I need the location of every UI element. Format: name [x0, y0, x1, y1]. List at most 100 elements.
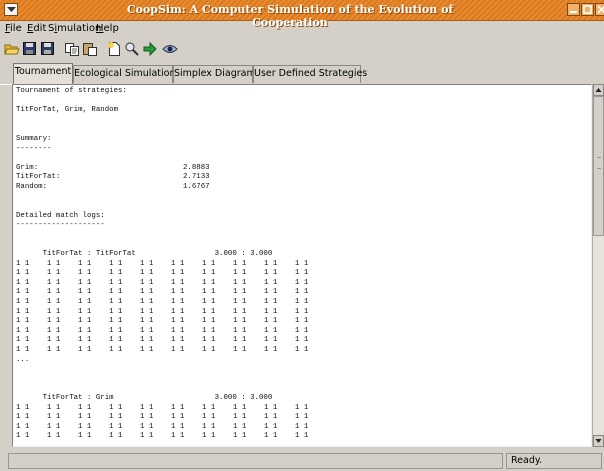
move-pair: 1 1	[140, 413, 154, 422]
move-pair: 1 1	[47, 269, 61, 278]
move-pair: 1 1	[16, 317, 30, 326]
move-pair: 1 1	[295, 317, 309, 326]
move-pair: 1 1	[264, 317, 278, 326]
save-as-icon	[41, 42, 54, 55]
match-log-row: 1 1 1 1 1 1 1 1 1 1 1 1 1 1 1 1 1 1 1 1	[16, 308, 591, 318]
move-pair: 1 1	[140, 422, 154, 431]
tab-bar: Tournament Ecological Simulation Simplex…	[0, 62, 604, 85]
score-table: Grim: 2.8883 TitForTat: 2.7133 Random: 1.6767	[16, 164, 591, 193]
minimize-icon	[570, 11, 577, 13]
forward-button[interactable]	[142, 41, 158, 57]
scroll-thumb[interactable]	[593, 96, 604, 236]
search-button[interactable]	[124, 41, 140, 57]
move-pair: 1 1	[16, 288, 30, 297]
match-log-grid: 1 11 11 11 11 11 11 11 11 11 11 11 11 11…	[16, 260, 591, 356]
move-pair: 1 1	[295, 432, 309, 441]
move-pair: 1 1	[16, 413, 30, 422]
move-pair: 1 1	[295, 307, 309, 316]
move-pair: 1 1	[16, 269, 30, 278]
move-pair: 1 1	[140, 403, 154, 412]
move-pair: 1 1	[109, 298, 123, 307]
move-pair: 1 1	[109, 317, 123, 326]
new-document-button[interactable]	[106, 41, 122, 57]
move-pair: 1 1	[78, 298, 92, 307]
tab-tournament[interactable]: Tournament	[13, 63, 73, 84]
move-pair: 1 1	[78, 326, 92, 335]
move-pair: 1 1	[233, 259, 247, 268]
move-pair: 1 1	[47, 278, 61, 287]
arrow-up-icon	[595, 88, 602, 92]
menu-help[interactable]: Help	[96, 23, 119, 34]
menu-edit[interactable]: Edit	[27, 23, 46, 34]
move-pair: 1 1	[264, 278, 278, 287]
maximize-button[interactable]	[581, 3, 594, 16]
move-pair: 1 1	[47, 259, 61, 268]
match-log-row: 1 1 1 1 1 1 1 1 1 1 1 1 1 1 1 1 1 1 1 1	[16, 423, 591, 433]
move-pair: 1 1	[171, 269, 185, 278]
move-pair: 1 1	[171, 278, 185, 287]
move-pair: 1 1	[202, 403, 216, 412]
move-pair: 1 1	[140, 269, 154, 278]
toolbar	[0, 38, 604, 60]
strategy-name: Grim:	[16, 163, 39, 172]
move-pair: 1 1	[171, 288, 185, 297]
move-pair: 1 1	[295, 346, 309, 355]
close-button[interactable]	[595, 3, 604, 16]
scroll-up-button[interactable]	[593, 84, 604, 96]
move-pair: 1 1	[264, 326, 278, 335]
save-as-button[interactable]	[40, 41, 56, 57]
move-pair: 1 1	[16, 326, 30, 335]
move-pair: 1 1	[109, 422, 123, 431]
move-pair: 1 1	[47, 403, 61, 412]
move-pair: 1 1	[233, 432, 247, 441]
status-message	[8, 453, 503, 469]
move-pair: 1 1	[140, 336, 154, 345]
move-pair: 1 1	[109, 278, 123, 287]
move-pair: 1 1	[233, 317, 247, 326]
copy-button[interactable]	[64, 41, 80, 57]
move-pair: 1 1	[295, 422, 309, 431]
move-pair: 1 1	[264, 403, 278, 412]
view-button[interactable]	[162, 41, 178, 57]
menu-file[interactable]: File	[5, 23, 22, 34]
move-pair: 1 1	[109, 326, 123, 335]
match-log-row: 1 1 1 1 1 1 1 1 1 1 1 1 1 1 1 1 1 1 1 1	[16, 336, 591, 346]
output-heading: Tournament of strategies:	[16, 87, 127, 95]
paste-button[interactable]	[82, 41, 98, 57]
match-pair: TitForTat : Grim	[42, 394, 114, 402]
move-pair: 1 1	[16, 403, 30, 412]
move-pair: 1 1	[109, 432, 123, 441]
score-row: Random: 1.6767	[16, 183, 591, 193]
move-pair: 1 1	[233, 269, 247, 278]
menu-simulation[interactable]: Simulation	[48, 23, 101, 34]
open-folder-icon	[4, 44, 20, 55]
maximize-icon	[583, 5, 592, 14]
status-ready: Ready.	[506, 453, 602, 469]
move-pair: 1 1	[78, 346, 92, 355]
scroll-down-button[interactable]	[593, 435, 604, 447]
move-pair: 1 1	[140, 278, 154, 287]
window-menu-button[interactable]	[4, 3, 18, 16]
minimize-button[interactable]	[567, 3, 580, 16]
tab-user-defined-strategies[interactable]: User Defined Strategies	[253, 65, 367, 83]
move-pair: 1 1	[16, 336, 30, 345]
move-pair: 1 1	[47, 346, 61, 355]
tab-ecological-simulation[interactable]: Ecological Simulation	[73, 65, 175, 83]
open-folder-button[interactable]	[4, 41, 20, 57]
vertical-scrollbar[interactable]	[592, 84, 604, 447]
move-pair: 1 1	[233, 336, 247, 345]
move-pair: 1 1	[295, 336, 309, 345]
logs-title: Detailed match logs:	[16, 211, 105, 220]
move-pair: 1 1	[202, 278, 216, 287]
move-pair: 1 1	[264, 259, 278, 268]
move-pair: 1 1	[202, 317, 216, 326]
save-button[interactable]	[22, 41, 38, 57]
title-bar[interactable]: CoopSim: A Computer Simulation of the Ev…	[0, 0, 604, 29]
move-pair: 1 1	[47, 336, 61, 345]
move-pair: 1 1	[295, 288, 309, 297]
move-pair: 1 1	[202, 269, 216, 278]
close-icon	[597, 5, 604, 14]
tournament-output[interactable]: Tournament of strategies: TitForTat, Gri…	[12, 84, 592, 447]
tab-simplex-diagram[interactable]: Simplex Diagram	[173, 65, 256, 83]
match-header: TitForTat : Grim 3.000 : 3.000	[16, 384, 591, 402]
